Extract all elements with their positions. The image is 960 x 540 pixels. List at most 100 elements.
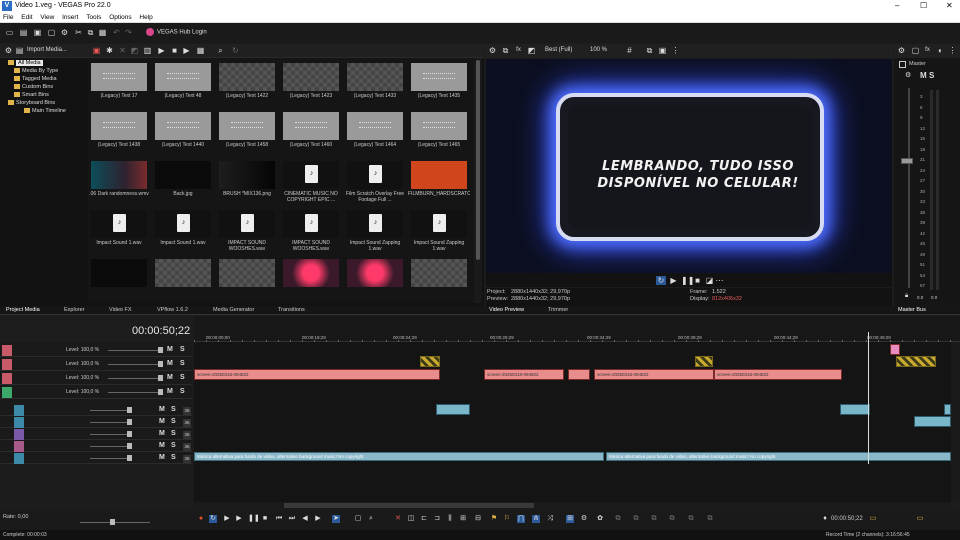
audio-track-header[interactable]: M S 36 — [0, 440, 192, 452]
track-color-chip[interactable] — [14, 405, 24, 416]
audio-track-header[interactable]: M S 36 — [0, 452, 192, 464]
solo-button[interactable]: S — [180, 346, 185, 353]
media-item[interactable]: (Legacy) Text 1423 — [280, 58, 342, 106]
play-icon[interactable]: ▶ — [235, 515, 243, 523]
mute-button[interactable]: M — [159, 442, 165, 449]
tab-transitions[interactable]: Transitions — [278, 307, 305, 313]
overlays-grid-icon[interactable]: # — [625, 46, 634, 55]
level-slider-handle[interactable] — [158, 375, 163, 381]
grid-icon[interactable]: ⊞ — [566, 515, 574, 523]
event-pan-crop-icon[interactable]: ⧉ — [650, 515, 658, 523]
rate-slider-handle[interactable] — [110, 519, 115, 525]
media-item[interactable]: FILMBURN_HARDSCRATCH_001.mp4 — [408, 156, 470, 204]
audio-track-header[interactable]: M S 36 — [0, 416, 192, 428]
video-fx-icon[interactable]: fx — [514, 46, 523, 55]
render-icon[interactable]: ▢ — [47, 28, 56, 37]
media-item[interactable]: ♪ Impact Sound 1.wav — [152, 205, 214, 253]
menu-tools[interactable]: Tools — [83, 12, 104, 23]
next-frame-icon[interactable]: ▶ — [314, 515, 322, 523]
trim-start-icon[interactable]: ⊏ — [420, 515, 428, 523]
loop-icon[interactable]: ↻ — [656, 276, 666, 285]
media-item[interactable] — [280, 254, 342, 302]
media-item[interactable]: .06 Dark randomness.wmv — [88, 156, 150, 204]
gear-icon[interactable]: ⚙ — [4, 46, 13, 55]
lock-icon[interactable]: 🔒︎ — [905, 293, 908, 300]
tab-video-preview[interactable]: Video Preview — [489, 307, 524, 313]
mute-button[interactable]: M — [159, 406, 165, 413]
split-screen-icon[interactable]: ◩ — [527, 46, 536, 55]
marker-icon[interactable]: ⚑ — [490, 515, 498, 523]
media-item[interactable] — [408, 254, 470, 302]
solo-button[interactable]: S — [171, 418, 176, 425]
auto-preview-icon[interactable]: ▶ — [182, 46, 191, 55]
media-item[interactable]: (Legacy) Text 1435 — [408, 58, 470, 106]
vegas-hub-login-button[interactable]: VEGAS Hub Login — [146, 28, 207, 36]
go-to-end-icon[interactable]: ⏭︎ — [288, 515, 296, 523]
menu-view[interactable]: View — [37, 12, 57, 23]
tab-explorer[interactable]: Explorer — [64, 307, 84, 313]
tab-media-generator[interactable]: Media Generator — [213, 307, 254, 313]
snapping-icon[interactable]: ⋂ — [517, 515, 525, 523]
mute-button[interactable]: M — [167, 360, 173, 367]
timeline-clip[interactable]: screen-20250318-094822 — [714, 369, 842, 380]
bin-storyboard-bins[interactable]: Storyboard Bins — [8, 100, 55, 106]
media-item[interactable]: ♪ CINEMATIC MUSIC NO COPYRIGHT EPIC ... — [280, 156, 342, 204]
master-select-icon[interactable] — [899, 61, 906, 68]
media-properties-icon[interactable]: ◩ — [130, 46, 139, 55]
solo-button[interactable]: S — [171, 406, 176, 413]
volume-slider-handle[interactable] — [127, 419, 132, 425]
play-from-start-icon[interactable]: ▶ — [223, 515, 231, 523]
track-motion-icon[interactable]: ⧉ — [632, 515, 640, 523]
redo-icon[interactable]: ↷ — [124, 28, 133, 37]
media-item[interactable]: (Legacy) Text 17 — [88, 58, 150, 106]
media-item[interactable]: (Legacy) Text 1465 — [408, 107, 470, 155]
media-item[interactable]: (Legacy) Text 48 — [152, 58, 214, 106]
record-icon[interactable]: ● — [197, 515, 205, 523]
marker-icon[interactable]: ◪ — [705, 276, 714, 285]
scroll-thumb[interactable] — [284, 503, 534, 508]
delete-icon[interactable]: ✕ — [394, 515, 402, 523]
track-color-chip[interactable] — [14, 441, 24, 452]
tab-vpflow[interactable]: VPflow 1.6.2 — [157, 307, 188, 313]
mute-button[interactable]: M — [159, 454, 165, 461]
media-item[interactable]: ♪ IMPACT SOUND WOOSHES.wav — [216, 205, 278, 253]
maximize-button[interactable]: ☐ — [920, 1, 927, 10]
trim-icon[interactable]: ◫ — [407, 515, 415, 523]
fx-icon[interactable]: ✿ — [596, 515, 604, 523]
timeline-clip[interactable] — [840, 404, 870, 415]
media-item[interactable]: ♪ IMPACT SOUND WOOSHES.wav — [280, 205, 342, 253]
go-to-start-icon[interactable]: ⏮︎ — [275, 515, 283, 523]
timeline-clip[interactable] — [436, 404, 470, 415]
timeline-clip[interactable]: screen-20250318-094822 — [484, 369, 564, 380]
scroll-thumb[interactable] — [476, 60, 480, 260]
copy-icon[interactable]: ⧉ — [86, 28, 95, 37]
auto-crossfade-icon[interactable]: ⤨ — [546, 515, 554, 523]
timeline-clip[interactable] — [568, 369, 590, 380]
more-options-icon[interactable]: ⋯ — [715, 276, 724, 285]
media-item[interactable]: (Legacy) Text 1440 — [152, 107, 214, 155]
settings-gear-icon[interactable]: ⚙ — [488, 46, 497, 55]
tab-master-bus[interactable]: Master Bus — [898, 307, 926, 313]
video-track-header[interactable]: Level: 100,0 % M S — [0, 372, 192, 385]
level-slider-handle[interactable] — [158, 389, 163, 395]
video-track-header[interactable]: Level: 100,0 % M S — [0, 344, 192, 357]
options-icon[interactable]: ⋮ — [948, 46, 957, 55]
timeline-clip[interactable] — [695, 356, 713, 367]
auto-ripple-icon[interactable]: ⋔ — [532, 515, 540, 523]
media-item[interactable]: (Legacy) Text 1422 — [216, 58, 278, 106]
solo-button[interactable]: S — [180, 360, 185, 367]
bin-all-media[interactable]: All Media — [8, 60, 43, 66]
region-icon[interactable]: ⚐ — [503, 515, 511, 523]
track-color-chip[interactable] — [2, 345, 12, 356]
settings-gear-icon[interactable]: ⚙ — [60, 28, 69, 37]
settings-gear-icon[interactable]: ⚙ — [897, 46, 906, 55]
audio-fx-icon[interactable]: fx — [923, 46, 932, 55]
lock-envelopes-icon[interactable]: ⊞ — [459, 515, 467, 523]
selection-tool-icon[interactable]: ▢ — [354, 515, 362, 523]
media-item[interactable]: (Legacy) Text 1458 — [216, 107, 278, 155]
media-item[interactable]: BRUSH *MIX136.png — [216, 156, 278, 204]
paste-icon[interactable]: ▦ — [98, 28, 107, 37]
selection-length-icon[interactable]: ▭ — [916, 515, 924, 523]
track-color-chip[interactable] — [14, 453, 24, 464]
media-item[interactable] — [152, 254, 214, 302]
